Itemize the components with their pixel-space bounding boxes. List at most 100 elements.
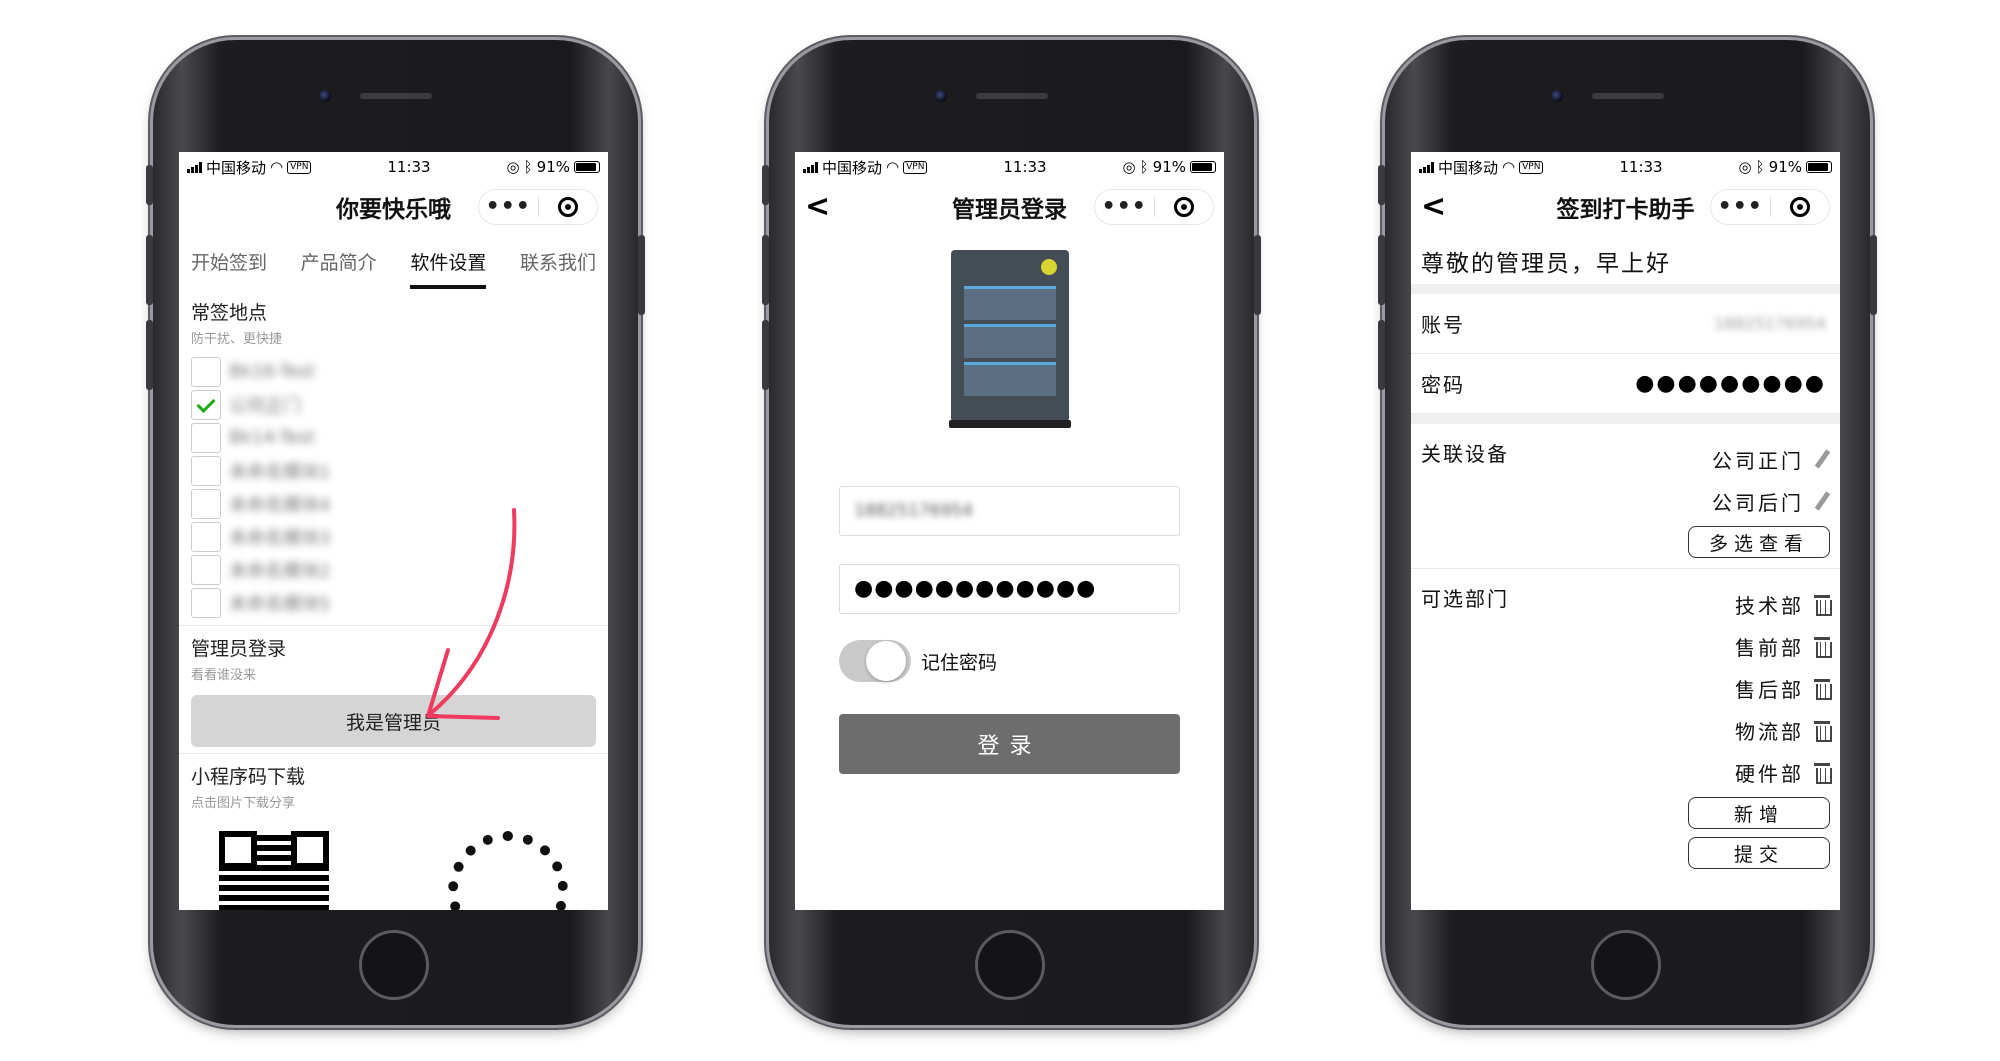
edit-pencil-icon[interactable] [1814,449,1830,469]
list-item: 售后部 [1735,667,1832,709]
trash-icon[interactable] [1814,594,1832,616]
battery-percent: 91% [1152,158,1186,176]
admin-section: 管理员登录 看看谁没来 [179,626,608,683]
more-icon[interactable]: ••• [1711,196,1770,218]
list-item: 物流部 [1735,709,1832,751]
password-row[interactable]: 密码 ●●●●●●●●● [1411,354,1840,414]
checkbox[interactable] [191,422,221,453]
vpn-badge: VPN [287,160,312,174]
back-arrow-icon[interactable]: < [805,192,830,222]
nav-bar: 你要快乐哦 ••• [179,182,608,232]
location-checklist: Bk16-Test 公司正门 Bk14-Test 未命名模块1 未命名模块4 未… [191,355,596,619]
front-camera [935,90,947,102]
clock: 11:33 [387,158,431,176]
list-item[interactable]: Bk16-Test [191,355,596,388]
vpn-badge: VPN [903,160,928,174]
username-value: 18825176954 [854,501,973,521]
list-item[interactable]: 公司正门 [191,388,596,421]
front-camera [1551,90,1563,102]
battery-icon [574,161,600,173]
more-icon[interactable]: ••• [1095,196,1154,218]
battery-percent: 91% [1768,158,1802,176]
trash-icon[interactable] [1814,678,1832,700]
bluetooth-icon: ᛒ [1755,158,1765,176]
admin-panel-screen: 中国移动 ◠ VPN 11:33 ◎ ᛒ 91% < 签到打卡助手 ••• 尊敬… [1411,152,1840,910]
add-department-button[interactable]: 新增 [1688,797,1830,829]
checkbox[interactable] [191,521,221,552]
status-bar: 中国移动 ◠ VPN 11:33 ◎ ᛒ 91% [795,152,1224,182]
submit-button[interactable]: 提交 [1688,837,1830,869]
more-icon[interactable]: ••• [479,196,538,218]
list-item: 硬件部 [1735,751,1832,793]
back-arrow-icon[interactable]: < [1421,192,1446,222]
multi-select-view-button[interactable]: 多选查看 [1688,526,1830,558]
list-item[interactable]: 未命名模块5 [191,586,596,619]
battery-percent: 91% [536,158,570,176]
lock-rotation-icon: ◎ [1738,158,1752,176]
status-bar: 中国移动 ◠ VPN 11:33 ◎ ᛒ 91% [1411,152,1840,182]
section-subtitle: 点击图片下载分享 [191,796,296,811]
account-row[interactable]: 账号 18825176954 [1411,294,1840,354]
remember-password-toggle[interactable] [839,640,911,682]
carrier: 中国移动 [206,158,267,177]
login-button[interactable]: 登录 [839,714,1180,774]
tab-contact-us[interactable]: 联系我们 [520,248,596,275]
volume-down-button [762,320,769,390]
list-item[interactable]: Bk14-Test [191,421,596,454]
admin-login-button[interactable]: 我是管理员 [191,695,596,747]
nav-bar: < 签到打卡助手 ••• [1411,182,1840,232]
list-item[interactable]: 未命名模块3 [191,520,596,553]
close-miniprogram-icon[interactable] [1155,197,1214,217]
edit-pencil-icon[interactable] [1814,491,1830,511]
download-section: 小程序码下载 点击图片下载分享 [179,754,608,811]
signal-icon [1419,161,1434,173]
lock-rotation-icon: ◎ [1122,158,1136,176]
qr-code-image[interactable] [219,831,329,910]
section-subtitle: 防干扰、更快捷 [191,332,283,347]
volume-down-button [1378,320,1385,390]
home-button[interactable] [975,930,1045,1000]
checkbox[interactable] [191,488,221,519]
password-value: ●●●●●●●●● [1635,371,1826,396]
miniprogram-capsule: ••• [1094,189,1214,225]
clock: 11:33 [1619,158,1663,176]
close-miniprogram-icon[interactable] [1771,197,1830,217]
home-button[interactable] [1591,930,1661,1000]
list-item[interactable]: 未命名模块2 [191,553,596,586]
trash-icon[interactable] [1814,762,1832,784]
tab-software-settings[interactable]: 软件设置 [410,248,487,289]
tab-start-signin[interactable]: 开始签到 [191,248,267,275]
checkbox[interactable] [191,356,221,387]
volume-up-button [146,235,153,305]
earpiece [976,93,1048,99]
checkbox[interactable] [191,455,221,486]
list-item[interactable]: 未命名模块1 [191,454,596,487]
tab-product-intro[interactable]: 产品简介 [301,248,377,275]
page-title: 管理员登录 [952,197,1067,223]
section-title: 管理员登录 [191,638,287,660]
home-button[interactable] [359,930,429,1000]
power-button [1870,235,1877,315]
password-field[interactable]: ●●●●●●●●●●●● [839,564,1180,614]
miniprogram-code-image[interactable] [448,831,568,910]
signal-icon [803,161,818,173]
checkbox[interactable] [191,554,221,585]
section-title: 常签地点 [191,302,268,324]
trash-icon[interactable] [1814,636,1832,658]
earpiece [360,93,432,99]
trash-icon[interactable] [1814,720,1832,742]
username-field[interactable]: 18825176954 [839,486,1180,536]
list-item[interactable]: 未命名模块4 [191,487,596,520]
checkbox[interactable] [191,587,221,618]
vpn-badge: VPN [1519,160,1544,174]
departments-section: 可选部门 技术部 售前部 售后部 物流部 硬件部 新增 提交 [1411,569,1840,879]
admin-login-screen: 中国移动 ◠ VPN 11:33 ◎ ᛒ 91% < 管理员登录 ••• 188… [795,152,1224,910]
device-list: 公司正门 公司后门 多选查看 [1688,438,1830,558]
status-bar: 中国移动 ◠ VPN 11:33 ◎ ᛒ 91% [179,152,608,182]
clock: 11:33 [1003,158,1047,176]
settings-screen: 中国移动 ◠ VPN 11:33 ◎ ᛒ 91% 你要快乐哦 ••• 开始签到 … [179,152,608,910]
power-button [638,235,645,315]
checkbox-checked[interactable] [191,389,221,420]
section-subtitle: 看看谁没来 [191,668,257,683]
close-miniprogram-icon[interactable] [539,197,598,217]
